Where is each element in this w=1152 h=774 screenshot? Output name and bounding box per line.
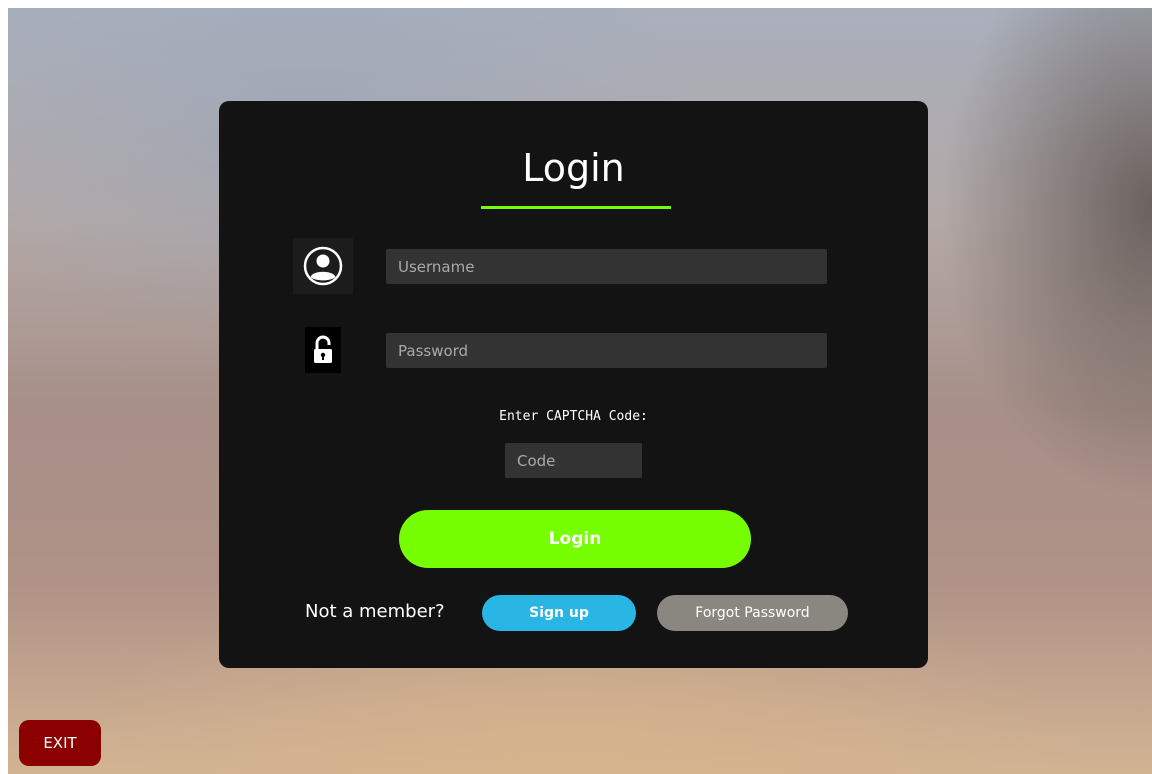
login-button[interactable]: Login	[399, 510, 751, 568]
login-title: Login	[522, 146, 625, 190]
unlocked-padlock-icon	[305, 327, 341, 373]
forgot-password-button[interactable]: Forgot Password	[657, 595, 848, 631]
captcha-label: Enter CAPTCHA Code:	[499, 409, 648, 424]
user-icon	[293, 238, 353, 294]
signup-button[interactable]: Sign up	[482, 595, 636, 631]
captcha-code-input[interactable]	[505, 443, 642, 478]
exit-button[interactable]: EXIT	[19, 720, 101, 766]
username-input[interactable]	[386, 249, 827, 284]
background: Login Enter CAPTCHA Code: Login Not a me…	[8, 8, 1152, 774]
password-input[interactable]	[386, 333, 827, 368]
title-underline	[481, 206, 671, 209]
member-prompt: Not a member?	[305, 601, 445, 622]
login-card: Login Enter CAPTCHA Code: Login Not a me…	[219, 101, 928, 668]
